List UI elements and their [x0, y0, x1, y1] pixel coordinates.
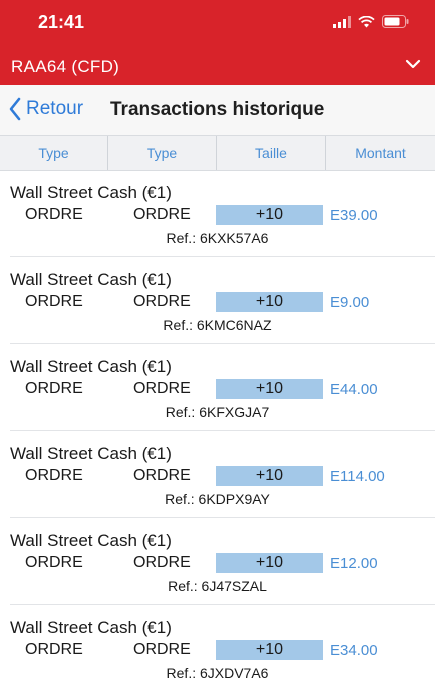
page-title: Transactions historique [110, 99, 325, 120]
column-header-type-2[interactable]: Type [108, 136, 217, 170]
transaction-size: +10 [216, 553, 323, 573]
transaction-ref: Ref.: 6KFXGJA7 [165, 404, 270, 420]
transaction-amount: E44.00 [330, 381, 378, 398]
transaction-type-2: ORDRE [133, 206, 191, 223]
transaction-type: ORDRE [25, 206, 83, 223]
status-bar: 21:41 [0, 0, 435, 45]
transaction-row[interactable]: Wall Street Cash (€1) ORDRE ORDRE +10 E1… [0, 431, 435, 518]
transaction-row[interactable]: Wall Street Cash (€1) ORDRE ORDRE +10 E3… [0, 605, 435, 692]
back-button[interactable]: Retour [8, 97, 83, 121]
transaction-ref: Ref.: 6JXDV7A6 [166, 665, 269, 681]
transaction-size: +10 [216, 205, 323, 225]
status-icons [333, 15, 409, 28]
transaction-name: Wall Street Cash (€1) [10, 618, 172, 637]
transaction-type-2: ORDRE [133, 467, 191, 484]
transaction-name: Wall Street Cash (€1) [10, 444, 172, 463]
instrument-title: RAA64 (CFD) [11, 57, 120, 76]
transaction-amount: E12.00 [330, 555, 378, 572]
battery-icon [382, 15, 409, 28]
transaction-row[interactable]: Wall Street Cash (€1) ORDRE ORDRE +10 E3… [0, 170, 435, 257]
transaction-ref: Ref.: 6KXK57A6 [166, 230, 269, 246]
transaction-size: +10 [216, 379, 323, 399]
transaction-name: Wall Street Cash (€1) [10, 183, 172, 202]
transaction-amount: E39.00 [330, 207, 378, 224]
transaction-type: ORDRE [25, 380, 83, 397]
wifi-icon [358, 15, 375, 27]
transaction-amount: E9.00 [330, 294, 370, 311]
back-label: Retour [26, 98, 84, 119]
transaction-size: +10 [216, 292, 323, 312]
transaction-type: ORDRE [25, 554, 83, 571]
column-header-type[interactable]: Type [0, 136, 108, 170]
transaction-size: +10 [216, 640, 323, 660]
transaction-amount: E114.00 [330, 468, 385, 485]
transaction-name: Wall Street Cash (€1) [10, 357, 172, 376]
transaction-amount: E34.00 [330, 642, 378, 659]
transaction-type-2: ORDRE [133, 380, 191, 397]
transaction-type-2: ORDRE [133, 641, 191, 658]
transaction-ref: Ref.: 6KDPX9AY [165, 491, 270, 507]
chevron-down-icon[interactable] [405, 59, 421, 69]
transaction-list: Wall Street Cash (€1) ORDRE ORDRE +10 E3… [0, 170, 435, 692]
transaction-name: Wall Street Cash (€1) [10, 270, 172, 289]
transaction-row[interactable]: Wall Street Cash (€1) ORDRE ORDRE +10 E1… [0, 518, 435, 605]
transaction-type-2: ORDRE [133, 554, 191, 571]
status-time: 21:41 [38, 12, 85, 32]
column-header-row: Type Type Taille Montant [0, 135, 435, 171]
transaction-type: ORDRE [25, 641, 83, 658]
transaction-ref: Ref.: 6J47SZAL [168, 578, 267, 594]
transaction-row[interactable]: Wall Street Cash (€1) ORDRE ORDRE +10 E4… [0, 344, 435, 431]
chevron-left-icon [9, 97, 21, 121]
transaction-size: +10 [216, 466, 323, 486]
signal-icon [333, 15, 351, 28]
column-header-montant[interactable]: Montant [326, 136, 435, 170]
transaction-type-2: ORDRE [133, 293, 191, 310]
nav-bar: Retour Transactions historique [0, 85, 435, 135]
transaction-type: ORDRE [25, 293, 83, 310]
transaction-name: Wall Street Cash (€1) [10, 531, 172, 550]
column-header-taille[interactable]: Taille [217, 136, 326, 170]
instrument-header[interactable]: RAA64 (CFD) [0, 45, 435, 85]
transaction-type: ORDRE [25, 467, 83, 484]
transaction-row[interactable]: Wall Street Cash (€1) ORDRE ORDRE +10 E9… [0, 257, 435, 344]
transaction-ref: Ref.: 6KMC6NAZ [163, 317, 272, 333]
